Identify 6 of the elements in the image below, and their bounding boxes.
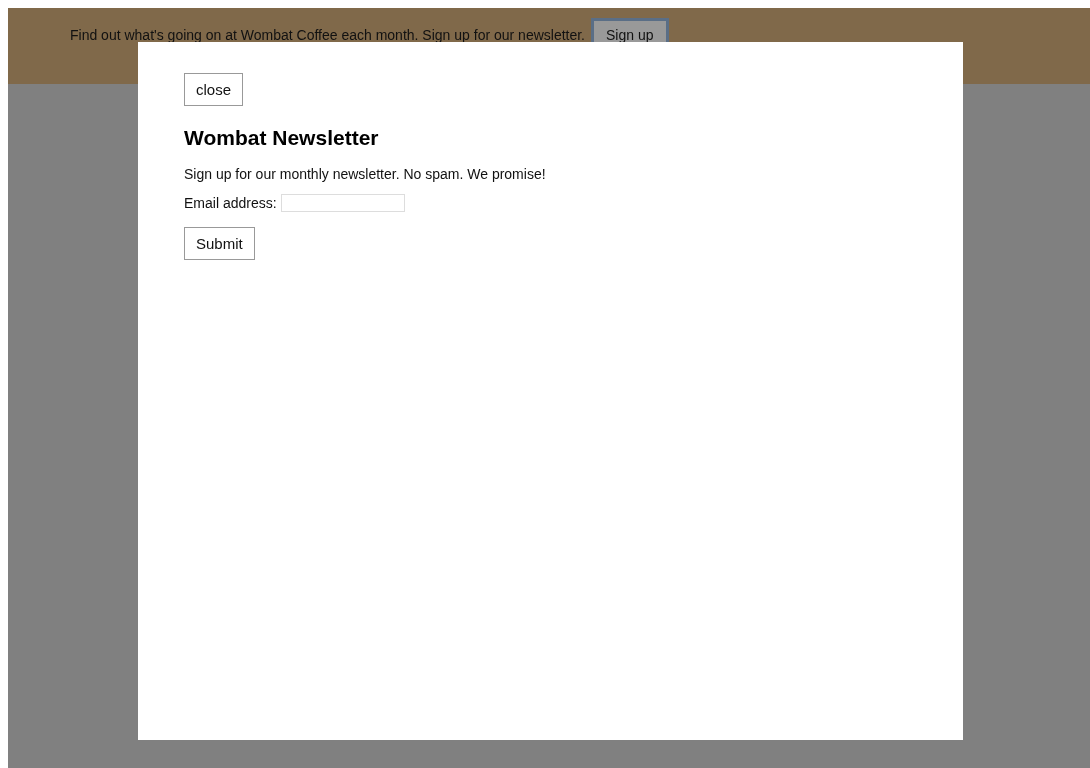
email-label: Email address: [184,195,277,211]
close-button[interactable]: close [184,73,244,106]
submit-button[interactable]: Submit [184,227,255,260]
email-input-field[interactable] [280,194,405,212]
dialog-title: Wombat Newsletter [184,126,380,150]
dialog-description: Sign up for our monthly newsletter. No spam. We promise! [184,166,547,182]
